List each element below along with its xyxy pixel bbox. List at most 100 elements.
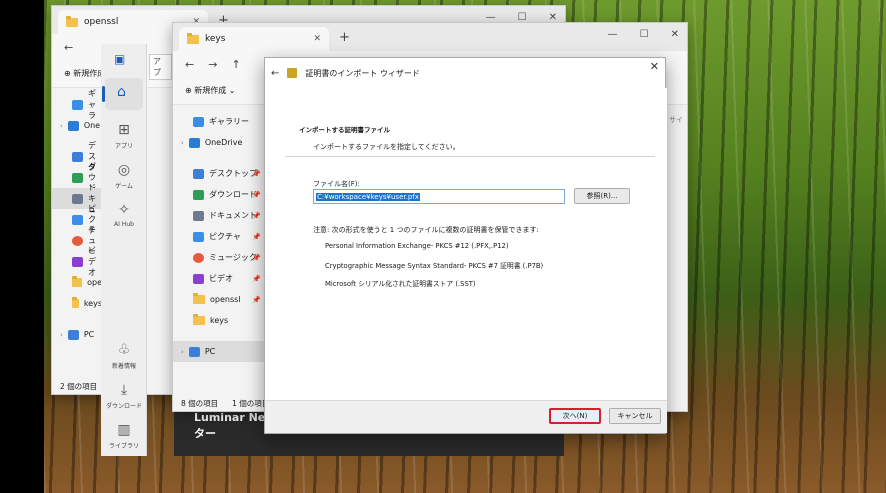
search-fragment[interactable]: サイ xyxy=(669,115,683,125)
section-description: インポートするファイルを指定してください。 xyxy=(313,143,460,151)
filename-input[interactable]: C:¥workspace¥keys¥user.pfx xyxy=(313,189,565,204)
sidebar-item-documents[interactable]: ドキュメント 📌 xyxy=(173,205,265,226)
gallery-icon xyxy=(72,99,83,110)
thumbnail-title-line1: Luminar Ne xyxy=(194,411,266,424)
sidebar-item-pc[interactable]: › PC xyxy=(52,324,102,345)
sidebar-item-videos[interactable]: ビデオ xyxy=(52,246,102,277)
back-arrow-icon[interactable]: ← xyxy=(185,58,194,71)
minimize-button[interactable]: — xyxy=(608,29,618,40)
library-icon: ▥ xyxy=(117,422,131,438)
close-tab-icon[interactable]: ✕ xyxy=(313,34,321,44)
pin-icon: 📌 xyxy=(252,295,261,304)
music-icon xyxy=(193,252,204,263)
sidebar-item-pictures[interactable]: ピクチャ 📌 xyxy=(173,226,265,247)
format-note: 注意: 次の形式を使うと 1 つのファイルに複数の証明書を保管できます: xyxy=(313,226,539,234)
sidebar-item-videos[interactable]: ビデオ 📌 xyxy=(173,268,265,289)
new-item-label: 新規作成 xyxy=(194,86,227,95)
sidebar-item-label: ピクチャ xyxy=(209,232,241,241)
wizard-footer: 次へ(N) キャンセル xyxy=(265,400,667,433)
ai-hub-label: AI Hub xyxy=(114,221,134,228)
chevron-right-icon: › xyxy=(60,121,63,130)
library-button[interactable]: ▥ ライブラリ xyxy=(101,422,147,450)
next-button[interactable]: 次へ(N) xyxy=(549,408,601,424)
maximize-button[interactable]: ☐ xyxy=(640,29,649,40)
music-icon xyxy=(72,235,83,246)
folder-icon xyxy=(193,293,205,304)
sidebar-item-label: OneDrive xyxy=(204,138,243,147)
new-item-button[interactable]: ⊕ 新規作成 ⌄ xyxy=(185,85,236,96)
desktop-icon xyxy=(72,151,83,162)
item-count: 2 個の項目 xyxy=(60,381,98,391)
pin-icon: 📌 xyxy=(252,169,261,178)
new-item-button[interactable]: ⊕ 新規作成 xyxy=(64,68,105,79)
sidebar-item-pc[interactable]: › PC xyxy=(173,341,265,362)
close-icon[interactable]: ✕ xyxy=(650,60,659,73)
cancel-button[interactable]: キャンセル xyxy=(609,408,661,424)
new-tab-button[interactable]: + xyxy=(339,30,350,45)
browse-button[interactable]: 参照(R)... xyxy=(574,188,630,204)
divider xyxy=(285,156,655,157)
sidebar: ギャラリー › OneDrive デスクトップ 📌 ダウンロード 📌 ドキュメント 📌 … xyxy=(173,111,265,362)
sidebar-item-label: ドキュメント xyxy=(209,211,257,220)
download-icon: ⤓ xyxy=(120,382,128,398)
sidebar-item-gallery[interactable]: ギャラ xyxy=(52,89,102,120)
forward-arrow-icon[interactable]: → xyxy=(208,58,217,71)
apps-button[interactable]: ⊞ アプリ xyxy=(101,122,147,150)
back-window-peek: アプ xyxy=(147,44,172,80)
cloud-icon xyxy=(67,120,79,131)
back-arrow-icon[interactable]: ← xyxy=(271,68,279,79)
wizard-title: 証明書のインポート ウィザード xyxy=(305,68,420,78)
download-icon xyxy=(72,172,83,183)
gallery-icon xyxy=(193,116,204,127)
ai-hub-button[interactable]: ✧ AI Hub xyxy=(101,202,147,228)
sidebar-item-onedrive[interactable]: › One xyxy=(52,115,102,136)
section-title: インポートする証明書ファイル xyxy=(299,126,390,134)
pin-icon: 📌 xyxy=(252,274,261,283)
sidebar-item-music[interactable]: ミュージック 📌 xyxy=(173,247,265,268)
folder-icon xyxy=(72,276,83,287)
pin-icon: 📌 xyxy=(252,190,261,199)
tab-title: keys xyxy=(205,34,226,44)
whats-new-button[interactable]: ♧ 新着情報 xyxy=(101,342,147,370)
tab-keys[interactable]: keys ✕ xyxy=(179,27,329,51)
sidebar-item-gallery[interactable]: ギャラリー xyxy=(173,111,265,132)
sidebar-item-label: ギャラリー xyxy=(209,117,249,126)
format-item: Microsoft シリアル化された証明書ストア (.SST) xyxy=(325,280,476,288)
sidebar-item-downloads[interactable]: ダウンロード 📌 xyxy=(173,184,265,205)
downloads-label: ダウンロード xyxy=(105,403,142,410)
title-bar[interactable]: keys ✕ + — ☐ ✕ xyxy=(173,23,687,51)
certificate-icon xyxy=(287,68,298,78)
format-item: Personal Information Exchange- PKCS #12 … xyxy=(325,242,509,250)
video-icon xyxy=(193,273,204,284)
sidebar: ギャラ ›One デスク ダウン ドキュ ピクチ ミュー ビデオ ope key… xyxy=(52,89,102,345)
games-button[interactable]: ◎ ゲーム xyxy=(101,162,147,190)
address-bar-fragment[interactable]: アプ xyxy=(149,54,172,80)
library-label: ライブラリ xyxy=(108,443,139,450)
sidebar-item-desktop[interactable]: デスクトップ 📌 xyxy=(173,163,265,184)
sidebar-item-label: デスクトップ xyxy=(209,169,257,178)
download-icon xyxy=(193,189,204,200)
sidebar-item-keys[interactable]: keys xyxy=(173,310,265,331)
certificate-import-wizard[interactable]: ✕ ← 証明書のインポート ウィザード インポートする証明書ファイル インポート… xyxy=(264,57,667,434)
folder-icon xyxy=(72,297,79,308)
sidebar-item-openssl[interactable]: openssl 📌 xyxy=(173,289,265,310)
games-label: ゲーム xyxy=(115,183,133,190)
sidebar-item-onedrive[interactable]: › OneDrive xyxy=(173,132,265,153)
sidebar-item-label: PC xyxy=(83,330,95,339)
downloads-button[interactable]: ⤓ ダウンロード xyxy=(101,382,147,410)
sidebar-item-keys[interactable]: keys xyxy=(52,293,102,314)
wizard-header: ← 証明書のインポート ウィザード xyxy=(265,58,665,88)
document-icon xyxy=(193,210,204,221)
back-arrow-icon[interactable]: ← xyxy=(64,41,73,54)
pin-icon: 📌 xyxy=(252,211,261,220)
sidebar-item-label: ope xyxy=(87,278,102,287)
computer-icon xyxy=(188,346,200,357)
up-arrow-icon[interactable]: ↑ xyxy=(231,58,240,71)
close-button[interactable]: ✕ xyxy=(671,29,679,40)
folder-icon xyxy=(187,32,199,44)
store-icon: ▣ xyxy=(114,52,126,66)
cloud-icon xyxy=(188,137,200,148)
chevron-right-icon: › xyxy=(181,347,184,356)
sparkle-icon: ✧ xyxy=(118,202,130,218)
sidebar-item-openssl[interactable]: ope xyxy=(52,272,102,293)
